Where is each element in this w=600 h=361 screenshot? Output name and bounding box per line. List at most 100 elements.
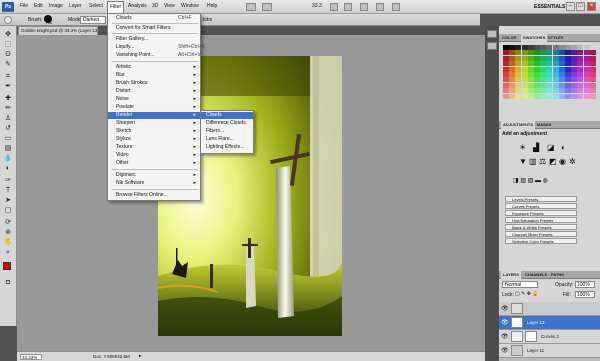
swatch-chip[interactable] — [509, 61, 516, 67]
tab-paths[interactable]: PATHS — [551, 272, 564, 277]
swatch-chip[interactable] — [515, 55, 522, 61]
tab-swatches[interactable]: SWATCHES — [521, 34, 548, 42]
preset-levels[interactable]: Levels Presets — [505, 196, 577, 202]
swatch-chip[interactable] — [546, 61, 553, 67]
swatch-chip[interactable] — [534, 88, 540, 94]
posterize-icon[interactable]: ▨ — [520, 178, 526, 184]
close-button[interactable]: × — [587, 2, 596, 11]
mode-select[interactable]: Darken — [80, 16, 106, 24]
swatch-chip[interactable] — [558, 61, 565, 67]
swatch-chip[interactable] — [534, 45, 540, 50]
swatch-chip[interactable] — [503, 55, 509, 61]
swatch-chip[interactable] — [503, 61, 509, 67]
preset-hue-saturation[interactable]: Hue/Saturation Presets — [505, 217, 577, 223]
swatch-chip[interactable] — [577, 82, 584, 88]
swatch-chip[interactable] — [521, 82, 528, 88]
swatch-chip[interactable] — [540, 55, 547, 61]
gradient-map-icon[interactable]: ▬ — [535, 178, 541, 184]
status-zoom[interactable]: 33.33% — [20, 354, 42, 360]
tab-channels[interactable]: CHANNELS — [525, 272, 547, 277]
swatch-chip[interactable] — [540, 45, 547, 50]
swatch-chip[interactable] — [540, 66, 547, 72]
marquee-tool-icon[interactable]: ⬚ — [3, 40, 13, 49]
swatch-chip[interactable] — [521, 66, 528, 72]
swatch-chip[interactable] — [515, 82, 522, 88]
arrange-documents-icon[interactable] — [376, 3, 384, 11]
swatch-chip[interactable] — [571, 72, 578, 77]
hand-tool-icon[interactable]: ✋ — [3, 238, 13, 247]
menu-item-convert-smart-filters[interactable]: Convert for Smart Filters — [108, 25, 200, 32]
swatch-chip[interactable] — [521, 88, 528, 94]
swatch-chip[interactable] — [509, 45, 516, 50]
swatch-chip[interactable] — [540, 93, 547, 99]
swatch-chip[interactable] — [589, 50, 596, 56]
swatch-chip[interactable] — [527, 45, 534, 50]
menu-item-distort[interactable]: Distort ▸ — [108, 88, 200, 95]
quick-mask-icon[interactable]: ◘ — [3, 278, 13, 287]
menu-item-render[interactable]: Render ▸ — [108, 112, 200, 119]
swatch-chip[interactable] — [521, 50, 528, 56]
swatch-chip[interactable] — [534, 72, 540, 77]
crop-tool-icon[interactable]: ⌗ — [3, 72, 13, 81]
minimize-button[interactable]: ‒ — [566, 2, 575, 11]
eraser-tool-icon[interactable]: ▭ — [3, 134, 13, 143]
menu-item-stylize[interactable]: Stylize ▸ — [108, 136, 200, 143]
preset-curves[interactable]: Curves Presets — [505, 203, 577, 209]
swatch-chip[interactable] — [509, 82, 516, 88]
menu-item-noise[interactable]: Noise ▸ — [108, 96, 200, 103]
swatch-chip[interactable] — [509, 77, 516, 83]
screen-mode-icon[interactable] — [392, 3, 400, 11]
hand-tool-icon[interactable] — [330, 3, 338, 11]
zoom-tool-icon[interactable]: ⌕ — [3, 248, 13, 257]
swatch-chip[interactable] — [552, 72, 559, 77]
swatch-chip[interactable] — [527, 61, 534, 67]
swatch-chip[interactable] — [527, 72, 534, 77]
swatch-chip[interactable] — [589, 82, 596, 88]
visibility-eye-icon[interactable]: 👁 — [501, 347, 509, 354]
zoom-level[interactable]: 33.3 — [312, 3, 322, 9]
swatch-chip[interactable] — [565, 72, 571, 77]
swatch-chip[interactable] — [552, 82, 559, 88]
swatch-chip[interactable] — [571, 88, 578, 94]
dodge-tool-icon[interactable]: ◐ — [3, 164, 13, 173]
brush-tool-preset-icon[interactable] — [4, 16, 12, 24]
tab-masks[interactable]: MASKS — [537, 122, 551, 127]
swatch-chip[interactable] — [571, 61, 578, 67]
swatch-chip[interactable] — [534, 50, 540, 56]
menu-view[interactable]: View — [164, 3, 175, 9]
swatch-chip[interactable] — [565, 88, 571, 94]
swatch-chip[interactable] — [577, 72, 584, 77]
swatch-chip[interactable] — [577, 77, 584, 83]
swatch-chip[interactable] — [589, 88, 596, 94]
swatch-chip[interactable] — [515, 61, 522, 67]
swatch-chip[interactable] — [583, 45, 590, 50]
visibility-eye-icon[interactable]: 👁 — [501, 319, 509, 326]
swatch-chip[interactable] — [515, 88, 522, 94]
clone-stamp-tool-icon[interactable]: ♙ — [3, 114, 13, 123]
swatch-chip[interactable] — [540, 72, 547, 77]
swatch-chip[interactable] — [515, 77, 522, 83]
swatch-chip[interactable] — [509, 50, 516, 56]
swatch-chip[interactable] — [571, 55, 578, 61]
menu-item-pixelate[interactable]: Pixelate ▸ — [108, 104, 200, 111]
preset-channel-mixer[interactable]: Channel Mixer Presets — [505, 231, 577, 237]
hue-saturation-icon[interactable]: ▥ — [529, 157, 537, 166]
swatch-chip[interactable] — [577, 61, 584, 67]
swatch-chip[interactable] — [583, 61, 590, 67]
zoom-tool-icon[interactable] — [344, 3, 352, 11]
swatch-chip[interactable] — [583, 93, 590, 99]
lasso-tool-icon[interactable]: ʘ — [3, 50, 13, 59]
swatch-chip[interactable] — [521, 55, 528, 61]
menu-item-texture[interactable]: Texture ▸ — [108, 144, 200, 151]
swatch-chip[interactable] — [540, 82, 547, 88]
swatch-chip[interactable] — [565, 55, 571, 61]
swatch-chip[interactable] — [534, 82, 540, 88]
swatch-chip[interactable] — [552, 66, 559, 72]
swatch-chip[interactable] — [558, 77, 565, 83]
swatch-chip[interactable] — [503, 50, 509, 56]
swatch-chip[interactable] — [571, 82, 578, 88]
swatch-chip[interactable] — [521, 93, 528, 99]
swatch-chip[interactable] — [509, 93, 516, 99]
menu-item-liquify[interactable]: Liquify... Shift+Ctrl+X — [108, 44, 205, 51]
menu-help[interactable]: Help — [207, 3, 217, 9]
